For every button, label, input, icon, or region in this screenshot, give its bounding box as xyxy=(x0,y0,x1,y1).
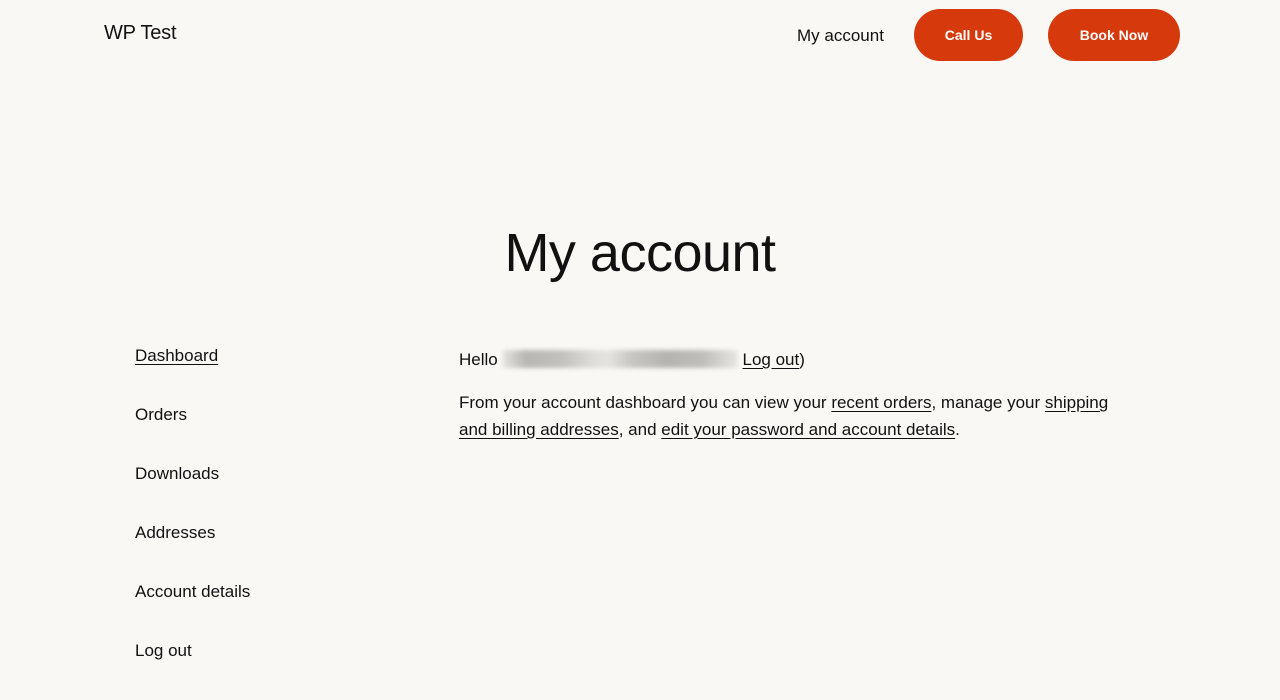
hello-suffix: ) xyxy=(799,350,805,369)
hello-message: Hello Log out) xyxy=(459,346,1139,373)
nav-my-account-link[interactable]: My account xyxy=(797,26,884,46)
intro-mid-1: , manage your xyxy=(931,393,1045,412)
intro-mid-2: , and xyxy=(618,420,662,439)
dashboard-intro: From your account dashboard you can view… xyxy=(459,389,1139,443)
account-nav-addresses-link[interactable]: Addresses xyxy=(135,523,215,542)
account-nav-dashboard-link[interactable]: Dashboard xyxy=(135,346,218,365)
page-title: My account xyxy=(504,223,776,283)
hello-prefix: Hello xyxy=(459,350,498,369)
account-nav-item-account-details: Account details xyxy=(135,582,250,641)
recent-orders-link[interactable]: recent orders xyxy=(831,393,931,412)
account-nav-logout-link[interactable]: Log out xyxy=(135,641,192,660)
account-nav-item-dashboard: Dashboard xyxy=(135,346,250,405)
intro-suffix: . xyxy=(955,420,960,439)
account-details-link[interactable]: edit your password and account details xyxy=(661,420,955,439)
account-nav-item-logout: Log out xyxy=(135,641,250,700)
book-now-button[interactable]: Book Now xyxy=(1048,9,1180,61)
redacted-username xyxy=(502,350,739,368)
dashboard-content: Hello Log out) From your account dashboa… xyxy=(459,346,1139,443)
hello-logout-link[interactable]: Log out xyxy=(742,350,799,369)
account-navigation: Dashboard Orders Downloads Addresses Acc… xyxy=(135,346,250,700)
account-nav-account-details-link[interactable]: Account details xyxy=(135,582,250,601)
call-us-button[interactable]: Call Us xyxy=(914,9,1023,61)
account-nav-item-downloads: Downloads xyxy=(135,464,250,523)
account-nav-item-addresses: Addresses xyxy=(135,523,250,582)
site-header: WP Test My account Call Us Book Now xyxy=(0,0,1280,70)
intro-prefix: From your account dashboard you can view… xyxy=(459,393,832,412)
account-nav-downloads-link[interactable]: Downloads xyxy=(135,464,219,483)
site-title-link[interactable]: WP Test xyxy=(104,22,177,45)
account-nav-item-orders: Orders xyxy=(135,405,250,464)
account-nav-orders-link[interactable]: Orders xyxy=(135,405,187,424)
